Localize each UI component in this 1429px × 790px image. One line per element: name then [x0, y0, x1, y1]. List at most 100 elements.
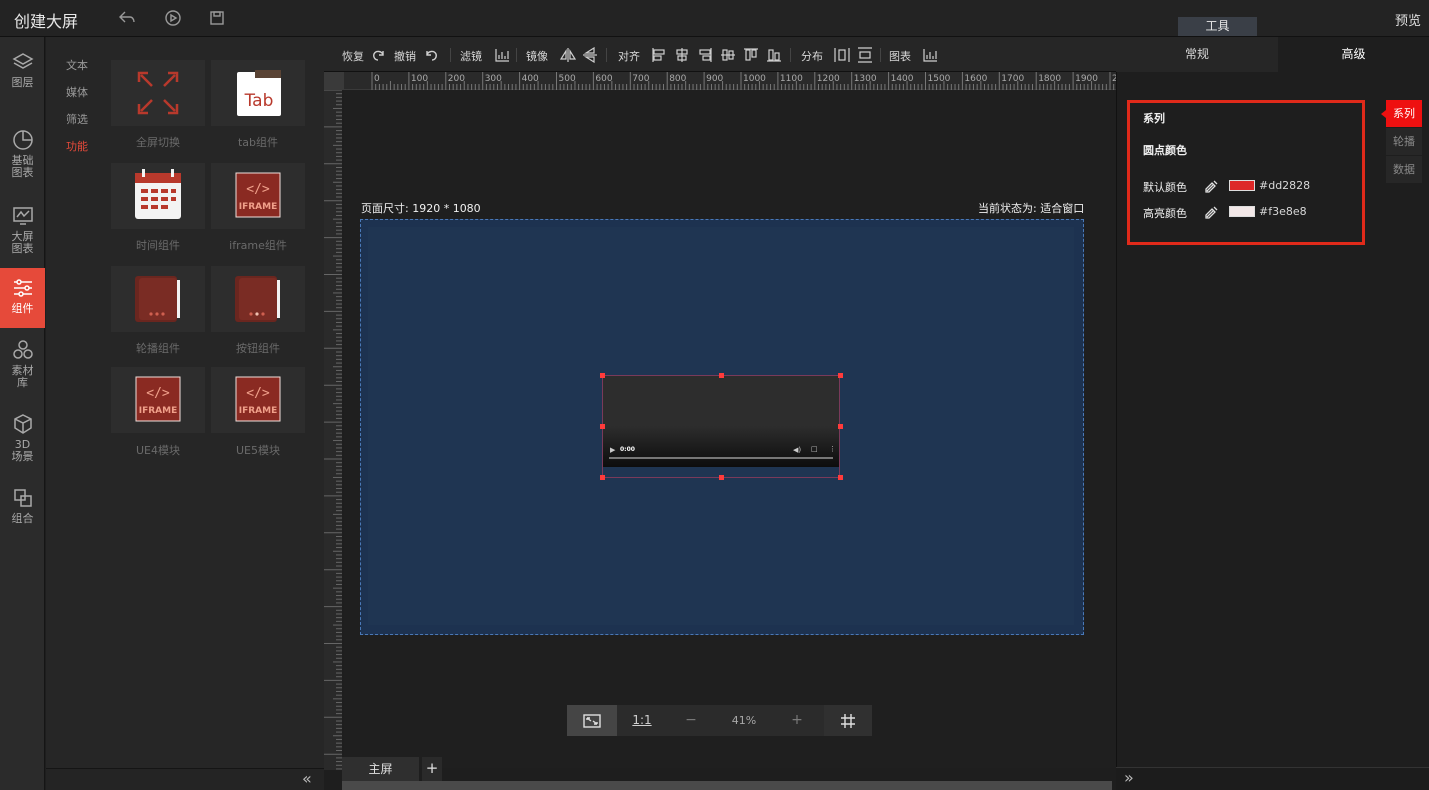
component-carousel[interactable]: [111, 266, 205, 332]
distribute-vertical-icon[interactable]: [857, 47, 873, 63]
category-media[interactable]: 媒体: [66, 84, 88, 100]
video-progress-bar[interactable]: [609, 457, 833, 459]
align-center-h-icon[interactable]: [674, 47, 690, 63]
canvas-state-label: 当前状态为: 适合窗口: [978, 202, 1085, 215]
ue4-iframe-icon: </> IFRAME: [135, 376, 181, 422]
resize-handle[interactable]: [719, 475, 724, 480]
nav-item-screen-charts[interactable]: 大屏 图表: [0, 205, 45, 261]
video-volume-icon[interactable]: ◀): [793, 446, 801, 454]
toolbar-divider: [880, 48, 881, 62]
eyedropper-icon[interactable]: [1204, 204, 1220, 220]
category-function[interactable]: 功能: [66, 138, 88, 154]
ruler-label: 200: [448, 74, 465, 84]
component-label: iframe组件: [229, 239, 287, 252]
tab-advanced[interactable]: 高级: [1278, 37, 1429, 72]
component-ue4[interactable]: </> IFRAME: [111, 367, 205, 433]
layers-icon: [11, 53, 34, 69]
align-right-icon[interactable]: [697, 47, 713, 63]
side-tab-carousel[interactable]: 轮播: [1386, 128, 1422, 155]
side-tab-series[interactable]: 系列: [1386, 100, 1422, 127]
category-filter[interactable]: 筛选: [66, 111, 88, 127]
align-bottom-icon[interactable]: [766, 47, 782, 63]
nav-item-3d-scene[interactable]: 3D 场景: [0, 413, 45, 469]
hexagons-icon: [12, 340, 33, 359]
zoom-out-button[interactable]: −: [677, 705, 705, 736]
distribute-horizontal-icon[interactable]: [834, 47, 850, 63]
pie-chart-icon: [12, 130, 33, 150]
toolbox-tab[interactable]: 工具: [1178, 17, 1257, 36]
tab-normal[interactable]: 常规: [1116, 37, 1278, 72]
resize-handle[interactable]: [600, 373, 605, 378]
component-label: 全屏切换: [136, 136, 180, 149]
collapse-left-icon[interactable]: «: [302, 769, 312, 788]
highlight-color-swatch[interactable]: [1229, 206, 1255, 217]
save-icon[interactable]: [208, 9, 226, 27]
highlight-color-label: 高亮颜色: [1143, 207, 1187, 220]
eyedropper-icon[interactable]: [1204, 178, 1220, 194]
back-icon[interactable]: [118, 9, 136, 27]
side-tab-data[interactable]: 数据: [1386, 156, 1422, 183]
chart-button[interactable]: 图表: [889, 48, 911, 64]
nav-item-assets[interactable]: 素材 库: [0, 339, 45, 395]
component-button[interactable]: [211, 266, 305, 332]
play-icon[interactable]: [164, 9, 182, 27]
zoom-in-button[interactable]: +: [783, 705, 811, 736]
resize-handle[interactable]: [838, 373, 843, 378]
align-top-icon[interactable]: [720, 47, 736, 63]
nav-item-components[interactable]: 组件: [0, 268, 45, 328]
screen-tab-main[interactable]: 主屏: [342, 757, 419, 781]
resize-handle[interactable]: [838, 424, 843, 429]
nav-item-layers[interactable]: 图层: [0, 51, 45, 101]
redo-icon[interactable]: [370, 47, 386, 63]
nav-label: 图表: [11, 242, 34, 255]
preview-button[interactable]: 预览: [1395, 10, 1421, 29]
undo-icon[interactable]: [424, 47, 440, 63]
ruler-label: 800: [669, 74, 686, 84]
align-middle-icon[interactable]: [743, 47, 759, 63]
chart-icon[interactable]: [922, 47, 938, 63]
ue5-iframe-icon: </> IFRAME: [235, 376, 281, 422]
tab-icon-text: Tab: [244, 91, 274, 111]
ruler-label: 1200: [817, 74, 840, 84]
video-fullscreen-icon[interactable]: □: [811, 445, 818, 453]
redo-button[interactable]: 恢复: [342, 48, 364, 64]
resize-handle[interactable]: [838, 475, 843, 480]
filter-chart-icon[interactable]: [494, 47, 510, 63]
highlight-color-value[interactable]: #f3e8e8: [1259, 205, 1307, 218]
fullscreen-icon: [137, 71, 179, 115]
resize-handle[interactable]: [719, 373, 724, 378]
align-left-icon[interactable]: [651, 47, 667, 63]
right-panel-footer: »: [1116, 767, 1429, 790]
default-color-swatch[interactable]: [1229, 180, 1255, 191]
fit-screen-button[interactable]: [567, 705, 617, 736]
ruler-label: 1900: [1075, 74, 1098, 84]
align-label: 对齐: [618, 50, 640, 63]
component-label: 时间组件: [136, 239, 180, 252]
video-play-icon[interactable]: ▶: [610, 446, 615, 454]
component-tab[interactable]: Tab: [211, 60, 305, 126]
horizontal-scrollbar[interactable]: [342, 781, 1112, 790]
default-color-value[interactable]: #dd2828: [1259, 179, 1310, 192]
nav-item-group[interactable]: 组合: [0, 487, 45, 531]
mirror-button[interactable]: 镜像: [526, 48, 548, 64]
ruler-label: 1300: [854, 74, 877, 84]
add-screen-button[interactable]: +: [422, 757, 442, 781]
component-iframe[interactable]: </> IFRAME: [211, 163, 305, 229]
category-text[interactable]: 文本: [66, 57, 88, 73]
collapse-right-icon[interactable]: »: [1124, 768, 1134, 787]
video-component[interactable]: ▶ 0:00 ◀) □ ⋮: [603, 376, 839, 467]
flip-vertical-icon[interactable]: [582, 46, 598, 64]
resize-handle[interactable]: [600, 424, 605, 429]
actual-size-button[interactable]: 1:1: [622, 705, 662, 736]
filter-button[interactable]: 滤镜: [460, 48, 482, 64]
component-time[interactable]: [111, 163, 205, 229]
flip-horizontal-icon[interactable]: [559, 47, 577, 63]
video-more-icon[interactable]: ⋮: [829, 445, 836, 453]
undo-button[interactable]: 撤销: [394, 48, 416, 64]
nav-item-basic-charts[interactable]: 基础 图表: [0, 129, 45, 185]
component-ue5[interactable]: </> IFRAME: [211, 367, 305, 433]
grid-toggle-button[interactable]: [824, 705, 872, 736]
resize-handle[interactable]: [600, 475, 605, 480]
nav-label: 组合: [11, 512, 34, 525]
component-fullscreen[interactable]: [111, 60, 205, 126]
